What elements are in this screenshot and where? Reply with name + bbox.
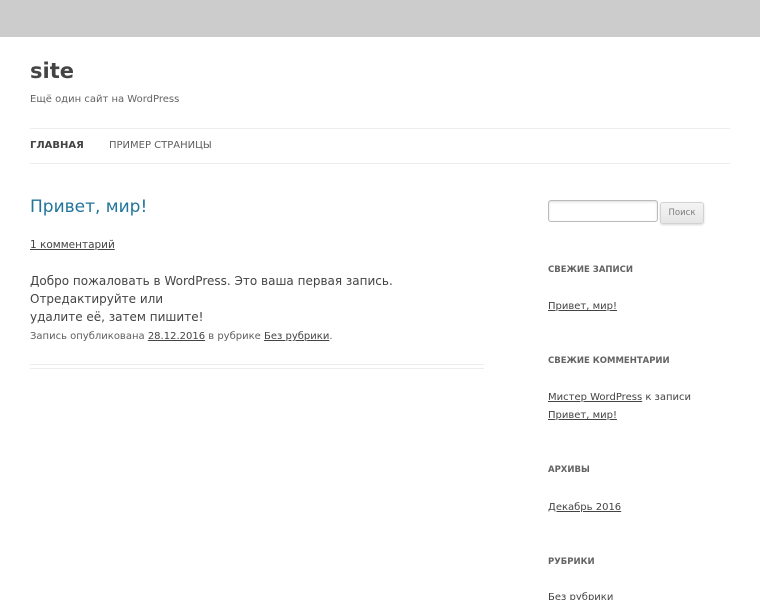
nav-item-sample-page[interactable]: Пример страницы bbox=[109, 129, 212, 163]
comment-author-link[interactable]: Мистер WordPress bbox=[548, 392, 642, 403]
post-content-line: удалите её, затем пишите! bbox=[30, 310, 204, 324]
main-navigation: Главная Пример страницы bbox=[30, 128, 730, 164]
comments-link[interactable]: 1 комментарий bbox=[30, 239, 115, 251]
post-separator bbox=[30, 364, 484, 369]
post-title[interactable]: Привет, мир! bbox=[30, 197, 147, 217]
post-meta-suffix: . bbox=[329, 331, 333, 342]
category-link[interactable]: Без рубрики bbox=[548, 592, 613, 600]
nav-item-home[interactable]: Главная bbox=[30, 129, 84, 163]
categories-title: Рубрики bbox=[548, 557, 595, 567]
search-button[interactable]: Поиск bbox=[660, 202, 704, 224]
post-content-line: Добро пожаловать в WordPress. Это ваша п… bbox=[30, 274, 393, 306]
post-meta: Запись опубликована 28.12.2016 в рубрике… bbox=[30, 331, 333, 342]
page: site Ещё один сайт на WordPress Главная … bbox=[0, 37, 760, 600]
post-meta-prefix: Запись опубликована bbox=[30, 331, 148, 342]
archives-title: Архивы bbox=[548, 465, 590, 475]
recent-comments-title: Свежие комментарии bbox=[548, 356, 670, 366]
site-description: Ещё один сайт на WordPress bbox=[30, 94, 180, 105]
search-input[interactable] bbox=[548, 200, 658, 222]
post-date-link[interactable]: 28.12.2016 bbox=[148, 331, 205, 342]
comment-post-link[interactable]: Привет, мир! bbox=[548, 410, 617, 421]
post-content: Добро пожаловать в WordPress. Это ваша п… bbox=[30, 272, 490, 326]
post-category-link[interactable]: Без рубрики bbox=[264, 331, 329, 342]
archive-link[interactable]: Декабрь 2016 bbox=[548, 502, 621, 513]
recent-comment-line: Мистер WordPress к записи bbox=[548, 392, 691, 403]
recent-post-link[interactable]: Привет, мир! bbox=[548, 301, 617, 312]
site-title[interactable]: site bbox=[30, 59, 74, 83]
post-meta-middle: в рубрике bbox=[205, 331, 264, 342]
comment-connector: к записи bbox=[642, 392, 692, 403]
recent-posts-title: Свежие записи bbox=[548, 265, 634, 275]
